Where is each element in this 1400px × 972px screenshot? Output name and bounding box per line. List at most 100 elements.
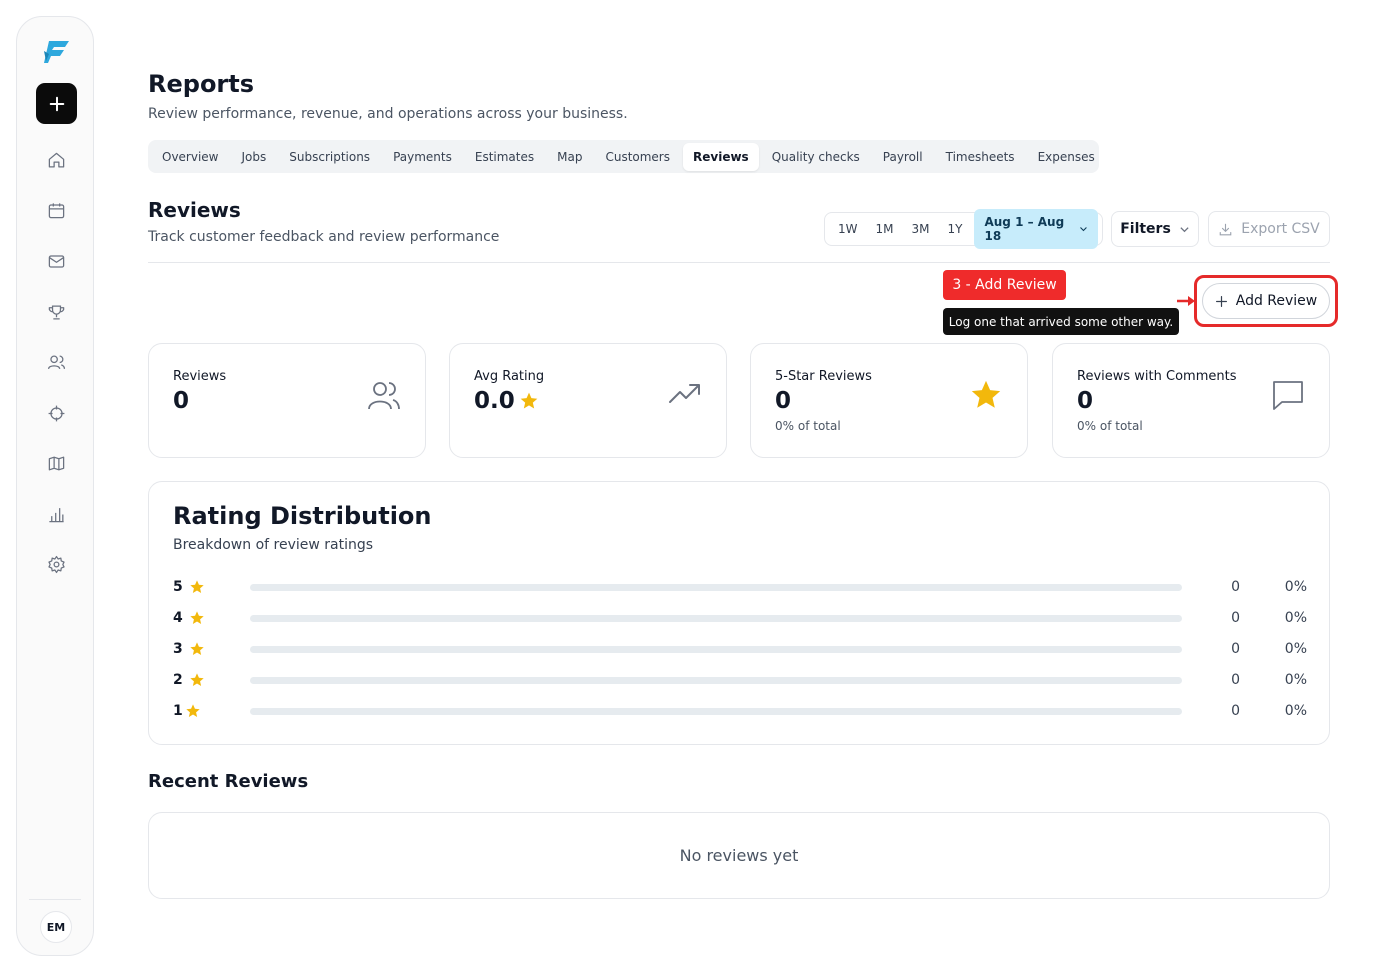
create-new-button[interactable] [36, 83, 77, 124]
nav-reports[interactable] [46, 504, 66, 524]
stat-value: 0.0 [474, 388, 539, 414]
star-icon [190, 580, 204, 593]
user-avatar[interactable]: EM [40, 911, 72, 943]
range-3m[interactable]: 3M [903, 216, 939, 242]
stat-label: Reviews with Comments [1077, 369, 1237, 384]
sidebar-divider [29, 899, 81, 900]
nav-home[interactable] [46, 150, 66, 170]
users-icon [47, 355, 65, 369]
nav-crosshair[interactable] [46, 403, 66, 423]
rating-percent: 0% [1284, 703, 1307, 719]
stat-note: 0% of total [775, 419, 841, 433]
rating-row: 4 0 0% [173, 609, 1307, 629]
rating-count: 0 [1231, 703, 1240, 719]
tab-customers[interactable]: Customers [595, 143, 680, 171]
star-icon [190, 611, 204, 624]
users-icon [368, 382, 400, 410]
tab-expenses[interactable]: Expenses [1028, 143, 1105, 171]
rating-percent: 0% [1284, 641, 1307, 657]
tab-overview[interactable]: Overview [152, 143, 229, 171]
stat-value-text: 0 [775, 388, 792, 414]
rating-stars-label: 5 [173, 579, 183, 595]
home-icon [48, 152, 64, 167]
rating-row: 2 0 0% [173, 671, 1307, 691]
range-1y[interactable]: 1Y [939, 216, 972, 242]
rating-count: 0 [1231, 579, 1240, 595]
rating-bar-track [250, 708, 1182, 715]
rating-distribution-card: Rating Distribution Breakdown of review … [148, 481, 1330, 745]
nav-mail[interactable] [46, 251, 66, 271]
rating-stars-label: 4 [173, 610, 183, 626]
page-subtitle: Review performance, revenue, and operati… [148, 106, 628, 122]
empty-state-text: No reviews yet [679, 846, 799, 865]
rating-row: 1 0 0% [173, 702, 1307, 722]
star-icon [190, 673, 204, 686]
rating-row: 3 0 0% [173, 640, 1307, 660]
range-1w[interactable]: 1W [829, 216, 867, 242]
filters-button[interactable]: Filters [1111, 211, 1199, 247]
settings-icon [47, 555, 65, 573]
tab-jobs[interactable]: Jobs [232, 143, 277, 171]
section-title: Reviews [148, 198, 241, 222]
date-range-selector: 1W 1M 3M 1Y Aug 1 – Aug 18 [824, 209, 1103, 249]
rating-row: 5 0 0% [173, 578, 1307, 598]
map-icon [48, 456, 64, 470]
annotation-badge: 3 - Add Review [943, 270, 1066, 300]
rating-bar-track [250, 584, 1182, 591]
nav-settings[interactable] [46, 554, 66, 574]
annotation-tooltip: Log one that arrived some other way. [943, 308, 1179, 335]
recent-reviews-empty-state: No reviews yet [148, 812, 1330, 899]
nav-users[interactable] [46, 352, 66, 372]
rating-bar-track [250, 615, 1182, 622]
star-icon [520, 392, 538, 409]
tab-reviews[interactable]: Reviews [683, 142, 759, 171]
stat-label: Reviews [173, 369, 227, 384]
tab-quality-checks[interactable]: Quality checks [762, 143, 870, 171]
nav-trophy[interactable] [46, 302, 66, 322]
tab-estimates[interactable]: Estimates [465, 143, 544, 171]
rating-count: 0 [1231, 672, 1240, 688]
range-1m[interactable]: 1M [867, 216, 903, 242]
rating-count: 0 [1231, 641, 1240, 657]
stat-card-avg-rating: Avg Rating 0.0 [449, 343, 727, 458]
rating-percent: 0% [1284, 672, 1307, 688]
page-title: Reports [148, 70, 255, 98]
tab-map[interactable]: Map [547, 143, 592, 171]
recent-reviews-title: Recent Reviews [148, 771, 309, 792]
trending-up-icon [669, 384, 700, 403]
date-range-label: Aug 1 – Aug 18 [984, 215, 1065, 243]
distribution-subtitle: Breakdown of review ratings [173, 537, 374, 553]
tab-payments[interactable]: Payments [383, 143, 462, 171]
rating-stars-label: 1 [173, 703, 183, 719]
stat-card-five-star: 5-Star Reviews 0 0% of total [750, 343, 1028, 458]
tab-payroll[interactable]: Payroll [873, 143, 933, 171]
rating-bar-track [250, 677, 1182, 684]
trophy-icon [48, 305, 64, 319]
export-csv-button[interactable]: Export CSV [1208, 211, 1330, 247]
stat-value: 0 [173, 388, 189, 414]
calendar-icon [48, 202, 64, 218]
star-icon [971, 380, 1001, 408]
sidebar: EM [16, 16, 94, 956]
rating-stars-label: 3 [173, 641, 183, 657]
app-logo[interactable] [42, 37, 72, 67]
mail-icon [48, 254, 64, 268]
chevron-down-icon [1080, 227, 1087, 232]
download-icon [1219, 223, 1232, 235]
add-review-button[interactable]: Add Review [1202, 283, 1330, 319]
rating-percent: 0% [1284, 610, 1307, 626]
tab-timesheets[interactable]: Timesheets [936, 143, 1025, 171]
stat-card-comments: Reviews with Comments 0 0% of total [1052, 343, 1330, 458]
filters-label: Filters [1120, 221, 1171, 237]
rating-stars-label: 2 [173, 672, 183, 688]
tab-subscriptions[interactable]: Subscriptions [279, 143, 380, 171]
nav-calendar[interactable] [46, 200, 66, 220]
distribution-title: Rating Distribution [173, 502, 432, 530]
report-tabs: Overview Jobs Subscriptions Payments Est… [148, 140, 1099, 173]
crosshair-icon [48, 405, 64, 421]
export-csv-label: Export CSV [1241, 221, 1320, 237]
nav-map[interactable] [46, 453, 66, 473]
plus-icon [1215, 295, 1227, 307]
date-range-dropdown[interactable]: Aug 1 – Aug 18 [974, 209, 1098, 249]
chevron-down-icon [1180, 226, 1189, 232]
